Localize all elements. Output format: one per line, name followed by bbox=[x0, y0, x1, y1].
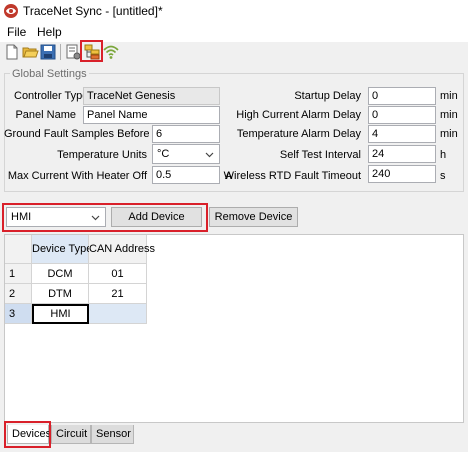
controller-type-field: TraceNet Genesis bbox=[83, 87, 220, 105]
startup-delay-label: Startup Delay bbox=[294, 90, 361, 102]
high-current-alarm-delay-field[interactable]: 0 bbox=[368, 106, 436, 124]
controller-type-label: Controller Type bbox=[14, 90, 89, 102]
column-header-can-address[interactable]: CAN Address bbox=[89, 235, 155, 264]
temperature-alarm-delay-field[interactable]: 4 bbox=[368, 125, 436, 143]
temperature-alarm-delay-unit: min bbox=[440, 128, 458, 140]
devices-table: Device Type CAN Address 1 DCM 01 2 DTM 2… bbox=[4, 234, 464, 423]
temperature-units-label: Temperature Units bbox=[57, 149, 147, 161]
max-current-heater-off-field[interactable]: 0.5 bbox=[152, 166, 220, 184]
toolbar bbox=[0, 42, 468, 62]
menu-file[interactable]: File bbox=[7, 25, 26, 39]
self-test-interval-unit: h bbox=[440, 149, 447, 161]
wireless-rtd-timeout-label: Wireless RTD Fault Timeout bbox=[223, 170, 361, 182]
tab-sensor[interactable]: Sensor bbox=[91, 425, 134, 444]
panel-name-field[interactable]: Panel Name bbox=[83, 106, 220, 124]
startup-delay-field[interactable]: 0 bbox=[368, 87, 436, 105]
chevron-down-icon bbox=[205, 152, 214, 158]
ground-fault-samples-field[interactable]: 6 bbox=[152, 125, 220, 143]
temperature-alarm-delay-label: Temperature Alarm Delay bbox=[236, 128, 361, 140]
row-header[interactable]: 1 bbox=[5, 264, 32, 284]
panel-name-label: Panel Name bbox=[15, 109, 76, 121]
temperature-units-value: °C bbox=[157, 148, 170, 160]
self-test-interval-field[interactable]: 24 bbox=[368, 145, 436, 163]
self-test-interval-label: Self Test Interval bbox=[279, 149, 361, 161]
row-header-selected[interactable]: 3 bbox=[5, 304, 32, 324]
wireless-rtd-timeout-unit: s bbox=[440, 170, 446, 182]
remove-device-button[interactable]: Remove Device bbox=[209, 207, 298, 227]
app-logo-icon bbox=[4, 4, 18, 18]
table-cell-can-address[interactable] bbox=[89, 304, 147, 324]
wireless-icon[interactable] bbox=[102, 43, 120, 61]
window-title: TraceNet Sync - [untitled]* bbox=[23, 4, 163, 18]
max-current-heater-off-label: Max Current With Heater Off bbox=[7, 170, 147, 182]
global-settings-title: Global Settings bbox=[10, 68, 89, 80]
save-icon[interactable] bbox=[39, 43, 57, 61]
tab-circuit[interactable]: Circuit bbox=[51, 425, 91, 444]
temperature-units-select[interactable]: °C bbox=[152, 144, 220, 164]
bottom-tab-strip: Devices Circuit Sensor bbox=[4, 425, 464, 445]
high-current-alarm-delay-label: High Current Alarm Delay bbox=[236, 109, 361, 121]
title-bar: TraceNet Sync - [untitled]* bbox=[0, 0, 468, 22]
ground-fault-samples-label: Ground Fault Samples Before Trip bbox=[4, 128, 171, 140]
row-header[interactable]: 2 bbox=[5, 284, 32, 304]
menu-bar: File Help bbox=[0, 22, 468, 42]
table-corner-cell[interactable] bbox=[5, 235, 32, 264]
table-cell-device-type[interactable]: DTM bbox=[32, 284, 89, 304]
high-current-alarm-delay-unit: min bbox=[440, 109, 458, 121]
toolbar-highlight-box bbox=[80, 40, 103, 62]
devices-tab-highlight-box bbox=[4, 421, 51, 448]
open-folder-icon[interactable] bbox=[21, 43, 39, 61]
table-cell-device-type[interactable]: DCM bbox=[32, 264, 89, 284]
wireless-rtd-timeout-field[interactable]: 240 bbox=[368, 165, 436, 183]
table-cell-device-type-current[interactable]: HMI bbox=[32, 304, 89, 324]
new-file-icon[interactable] bbox=[3, 43, 21, 61]
table-cell-can-address[interactable]: 21 bbox=[89, 284, 147, 304]
toolbar-separator bbox=[60, 44, 61, 60]
startup-delay-unit: min bbox=[440, 90, 458, 102]
table-cell-can-address[interactable]: 01 bbox=[89, 264, 147, 284]
device-controls-highlight-box bbox=[2, 203, 208, 232]
menu-help[interactable]: Help bbox=[37, 25, 62, 39]
column-header-device-type[interactable]: Device Type bbox=[32, 235, 92, 264]
